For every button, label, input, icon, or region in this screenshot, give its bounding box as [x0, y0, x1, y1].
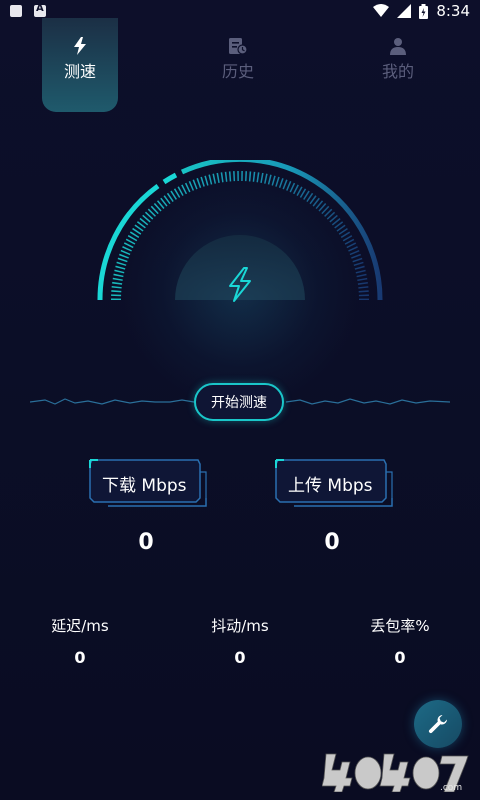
tools-button[interactable]	[414, 700, 462, 748]
start-test-button[interactable]: 开始测速	[194, 383, 284, 421]
download-value: 0	[138, 530, 154, 555]
tab-label: 我的	[381, 62, 414, 81]
history-icon	[229, 38, 248, 55]
jitter-label: 抖动/ms	[211, 617, 269, 635]
app-notification-icon	[34, 3, 46, 17]
tab-label: 测速	[63, 62, 96, 81]
top-tab-bar: 测速 历史 我的	[42, 18, 442, 112]
wrench-icon	[428, 715, 447, 734]
download-label: 下载 Mbps	[102, 476, 187, 496]
tab-speed-test[interactable]: 测速	[42, 18, 118, 112]
tab-history[interactable]: 历史	[200, 18, 276, 112]
upload-metric-label-box: 上传 Mbps	[274, 458, 404, 508]
bolt-icon	[74, 37, 86, 55]
upload-value: 0	[324, 530, 340, 555]
tab-mine[interactable]: 我的	[360, 18, 436, 112]
watermark-text: .com	[440, 783, 462, 792]
site-watermark-logo: .com	[322, 753, 469, 792]
speed-gauge	[97, 160, 383, 302]
wifi-icon	[373, 4, 390, 17]
latency-label: 延迟/ms	[51, 617, 109, 635]
notification-icon	[10, 5, 22, 17]
battery-icon	[419, 3, 429, 19]
person-icon	[390, 38, 406, 55]
packet-loss-label: 丢包率%	[370, 617, 430, 635]
jitter-value: 0	[234, 648, 246, 667]
latency-value: 0	[74, 648, 86, 667]
tab-label: 历史	[221, 62, 254, 81]
download-metric-label-box: 下载 Mbps	[88, 458, 218, 508]
signal-icon	[397, 4, 412, 18]
packet-loss-value: 0	[394, 648, 406, 667]
upload-label: 上传 Mbps	[288, 476, 373, 496]
